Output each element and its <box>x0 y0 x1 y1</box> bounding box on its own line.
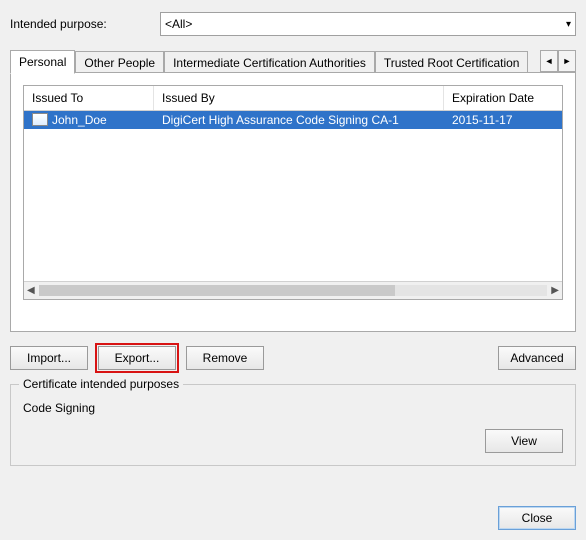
intended-purpose-select[interactable]: <All> ▾ <box>160 12 576 36</box>
close-button[interactable]: Close <box>498 506 576 530</box>
group-title: Certificate intended purposes <box>19 377 183 391</box>
tab-label: Personal <box>19 55 66 69</box>
intended-purposes-group: Certificate intended purposes Code Signi… <box>10 384 576 466</box>
cell-issued-by: DigiCert High Assurance Code Signing CA-… <box>154 113 444 127</box>
list-body: John_Doe DigiCert High Assurance Code Si… <box>24 111 562 281</box>
import-button[interactable]: Import... <box>10 346 88 370</box>
tab-pane: Issued To Issued By Expiration Date John… <box>10 72 576 332</box>
advanced-button[interactable]: Advanced <box>498 346 576 370</box>
col-issued-to[interactable]: Issued To <box>24 86 154 110</box>
table-row[interactable]: John_Doe DigiCert High Assurance Code Si… <box>24 111 562 129</box>
intended-purpose-label: Intended purpose: <box>10 17 160 31</box>
tab-label: Trusted Root Certification <box>384 56 520 70</box>
tab-label: Other People <box>84 56 155 70</box>
scroll-left-icon[interactable]: ◀ <box>27 285 35 296</box>
cert-listview[interactable]: Issued To Issued By Expiration Date John… <box>23 85 563 300</box>
intended-purpose-value: <All> <box>165 17 192 31</box>
tab-trusted-root[interactable]: Trusted Root Certification <box>375 51 529 74</box>
tab-scroll-right[interactable]: ► <box>558 50 576 72</box>
tab-personal[interactable]: Personal <box>10 50 75 74</box>
cell-issued-to: John_Doe <box>52 113 107 127</box>
chevron-down-icon: ▾ <box>566 19 571 30</box>
scroll-thumb[interactable] <box>39 285 395 296</box>
certificates-dialog: Intended purpose: <All> ▾ Personal Other… <box>0 0 586 540</box>
tab-label: Intermediate Certification Authorities <box>173 56 366 70</box>
tab-strip: Personal Other People Intermediate Certi… <box>10 49 528 73</box>
certificate-icon <box>32 113 48 126</box>
tab-scroll-left[interactable]: ◄ <box>540 50 558 72</box>
col-expiration[interactable]: Expiration Date <box>444 86 562 110</box>
horizontal-scrollbar[interactable]: ◀ ▶ <box>24 281 562 299</box>
tab-other-people[interactable]: Other People <box>75 51 164 74</box>
intended-purposes-value: Code Signing <box>23 397 485 453</box>
cell-expiration: 2015-11-17 <box>444 113 562 127</box>
tab-intermediate-ca[interactable]: Intermediate Certification Authorities <box>164 51 375 74</box>
remove-button[interactable]: Remove <box>186 346 264 370</box>
col-issued-by[interactable]: Issued By <box>154 86 444 110</box>
export-button[interactable]: Export... <box>98 346 176 370</box>
list-header: Issued To Issued By Expiration Date <box>24 86 562 111</box>
view-button[interactable]: View <box>485 429 563 453</box>
scroll-track[interactable] <box>39 285 548 296</box>
scroll-right-icon[interactable]: ▶ <box>551 285 559 296</box>
